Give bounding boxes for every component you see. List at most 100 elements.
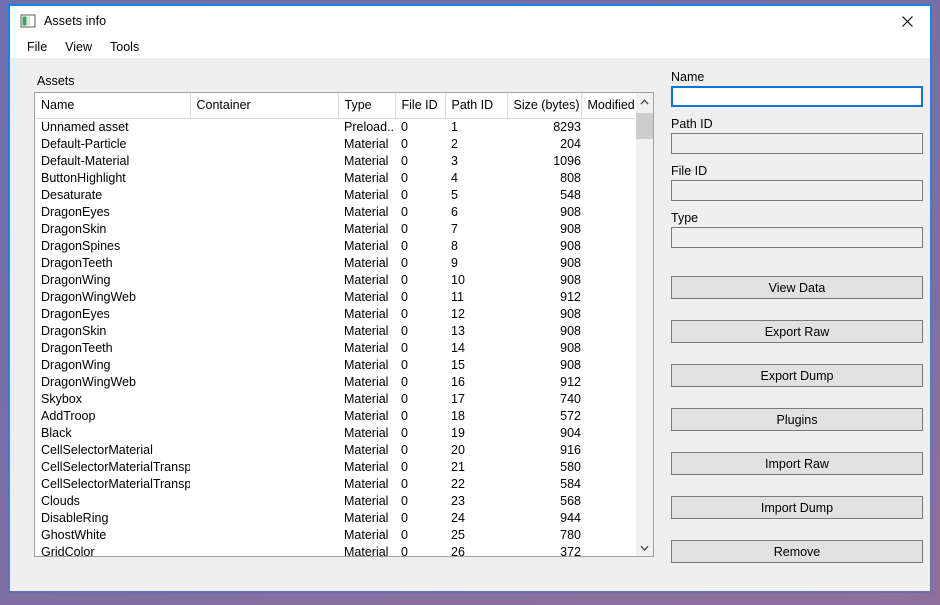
assets-info-window: Assets info File View Tools Assets xyxy=(8,4,932,593)
cell-size: 904 xyxy=(507,424,581,441)
file-id-input[interactable] xyxy=(671,180,923,201)
table-row[interactable]: DragonWingMaterial015908 xyxy=(35,356,635,373)
cell-modified xyxy=(581,458,635,475)
column-header-size[interactable]: Size (bytes) xyxy=(507,93,581,118)
menu-item-file[interactable]: File xyxy=(18,38,56,56)
client-area: Assets Name Container Type File ID Path … xyxy=(10,58,930,591)
assets-table-scrollbar[interactable] xyxy=(635,93,653,556)
name-input[interactable] xyxy=(671,86,923,107)
cell-type: Material xyxy=(338,356,395,373)
cell-file-id: 0 xyxy=(395,390,445,407)
cell-type: Material xyxy=(338,305,395,322)
table-row[interactable]: DragonTeethMaterial09908 xyxy=(35,254,635,271)
cell-name: DragonWingWeb xyxy=(35,288,190,305)
cell-name: DragonEyes xyxy=(35,305,190,322)
cell-container xyxy=(190,322,338,339)
table-row[interactable]: CellSelectorMaterialTransp...Material021… xyxy=(35,458,635,475)
cell-name: Unnamed asset xyxy=(35,118,190,135)
cell-size: 916 xyxy=(507,441,581,458)
table-row[interactable]: DisableRingMaterial024944 xyxy=(35,509,635,526)
scroll-up-arrow-icon[interactable] xyxy=(636,93,653,110)
table-row[interactable]: CellSelectorMaterialMaterial020916 xyxy=(35,441,635,458)
cell-path-id: 1 xyxy=(445,118,507,135)
cell-size: 908 xyxy=(507,305,581,322)
table-row[interactable]: DragonWingMaterial010908 xyxy=(35,271,635,288)
table-row[interactable]: DesaturateMaterial05548 xyxy=(35,186,635,203)
table-row[interactable]: Unnamed assetPreload...018293 xyxy=(35,118,635,135)
cell-path-id: 18 xyxy=(445,407,507,424)
column-header-path-id[interactable]: Path ID xyxy=(445,93,507,118)
table-row[interactable]: DragonTeethMaterial014908 xyxy=(35,339,635,356)
cell-modified xyxy=(581,373,635,390)
menu-item-tools[interactable]: Tools xyxy=(101,38,148,56)
cell-size: 908 xyxy=(507,220,581,237)
column-header-name[interactable]: Name xyxy=(35,93,190,118)
cell-path-id: 26 xyxy=(445,543,507,556)
table-row[interactable]: DragonSpinesMaterial08908 xyxy=(35,237,635,254)
export-raw-button[interactable]: Export Raw xyxy=(671,320,923,343)
cell-type: Material xyxy=(338,135,395,152)
cell-file-id: 0 xyxy=(395,254,445,271)
plugins-button[interactable]: Plugins xyxy=(671,408,923,431)
cell-path-id: 23 xyxy=(445,492,507,509)
cell-name: DragonSpines xyxy=(35,237,190,254)
table-row[interactable]: GridColorMaterial026372 xyxy=(35,543,635,556)
cell-container xyxy=(190,169,338,186)
table-row[interactable]: CloudsMaterial023568 xyxy=(35,492,635,509)
cell-size: 1096 xyxy=(507,152,581,169)
cell-file-id: 0 xyxy=(395,118,445,135)
cell-container xyxy=(190,441,338,458)
column-header-modified[interactable]: Modified xyxy=(581,93,635,118)
cell-path-id: 8 xyxy=(445,237,507,254)
table-row[interactable]: GhostWhiteMaterial025780 xyxy=(35,526,635,543)
table-row[interactable]: Default-MaterialMaterial031096 xyxy=(35,152,635,169)
table-row[interactable]: DragonSkinMaterial013908 xyxy=(35,322,635,339)
cell-path-id: 4 xyxy=(445,169,507,186)
table-row[interactable]: ButtonHighlightMaterial04808 xyxy=(35,169,635,186)
cell-path-id: 9 xyxy=(445,254,507,271)
cell-name: CellSelectorMaterial xyxy=(35,441,190,458)
import-raw-button[interactable]: Import Raw xyxy=(671,452,923,475)
desktop-background: Assets info File View Tools Assets xyxy=(0,0,940,605)
cell-type: Material xyxy=(338,169,395,186)
table-row[interactable]: Default-ParticleMaterial02204 xyxy=(35,135,635,152)
type-input[interactable] xyxy=(671,227,923,248)
export-dump-button[interactable]: Export Dump xyxy=(671,364,923,387)
import-dump-button[interactable]: Import Dump xyxy=(671,496,923,519)
view-data-button[interactable]: View Data xyxy=(671,276,923,299)
cell-file-id: 0 xyxy=(395,186,445,203)
column-header-file-id[interactable]: File ID xyxy=(395,93,445,118)
scroll-down-arrow-icon[interactable] xyxy=(636,539,653,556)
cell-file-id: 0 xyxy=(395,339,445,356)
cell-type: Material xyxy=(338,492,395,509)
table-row[interactable]: DragonEyesMaterial012908 xyxy=(35,305,635,322)
assets-group-label: Assets xyxy=(34,74,78,88)
table-row[interactable]: CellSelectorMaterialTransp...Material022… xyxy=(35,475,635,492)
cell-modified xyxy=(581,407,635,424)
table-row[interactable]: SkyboxMaterial017740 xyxy=(35,390,635,407)
remove-button[interactable]: Remove xyxy=(671,540,923,563)
label-name: Name xyxy=(671,70,923,84)
window-title-bar[interactable]: Assets info xyxy=(10,6,930,36)
cell-file-id: 0 xyxy=(395,475,445,492)
column-header-container[interactable]: Container xyxy=(190,93,338,118)
scrollbar-thumb[interactable] xyxy=(636,113,653,139)
cell-type: Material xyxy=(338,441,395,458)
cell-file-id: 0 xyxy=(395,356,445,373)
table-row[interactable]: AddTroopMaterial018572 xyxy=(35,407,635,424)
cell-container xyxy=(190,135,338,152)
table-row[interactable]: DragonWingWebMaterial016912 xyxy=(35,373,635,390)
close-button[interactable] xyxy=(885,6,930,36)
path-id-input[interactable] xyxy=(671,133,923,154)
table-row[interactable]: DragonWingWebMaterial011912 xyxy=(35,288,635,305)
column-header-type[interactable]: Type xyxy=(338,93,395,118)
table-row[interactable]: DragonEyesMaterial06908 xyxy=(35,203,635,220)
cell-file-id: 0 xyxy=(395,203,445,220)
menu-item-view[interactable]: View xyxy=(56,38,101,56)
cell-size: 912 xyxy=(507,288,581,305)
cell-type: Material xyxy=(338,203,395,220)
table-row[interactable]: BlackMaterial019904 xyxy=(35,424,635,441)
table-row[interactable]: DragonSkinMaterial07908 xyxy=(35,220,635,237)
cell-modified xyxy=(581,526,635,543)
cell-file-id: 0 xyxy=(395,305,445,322)
